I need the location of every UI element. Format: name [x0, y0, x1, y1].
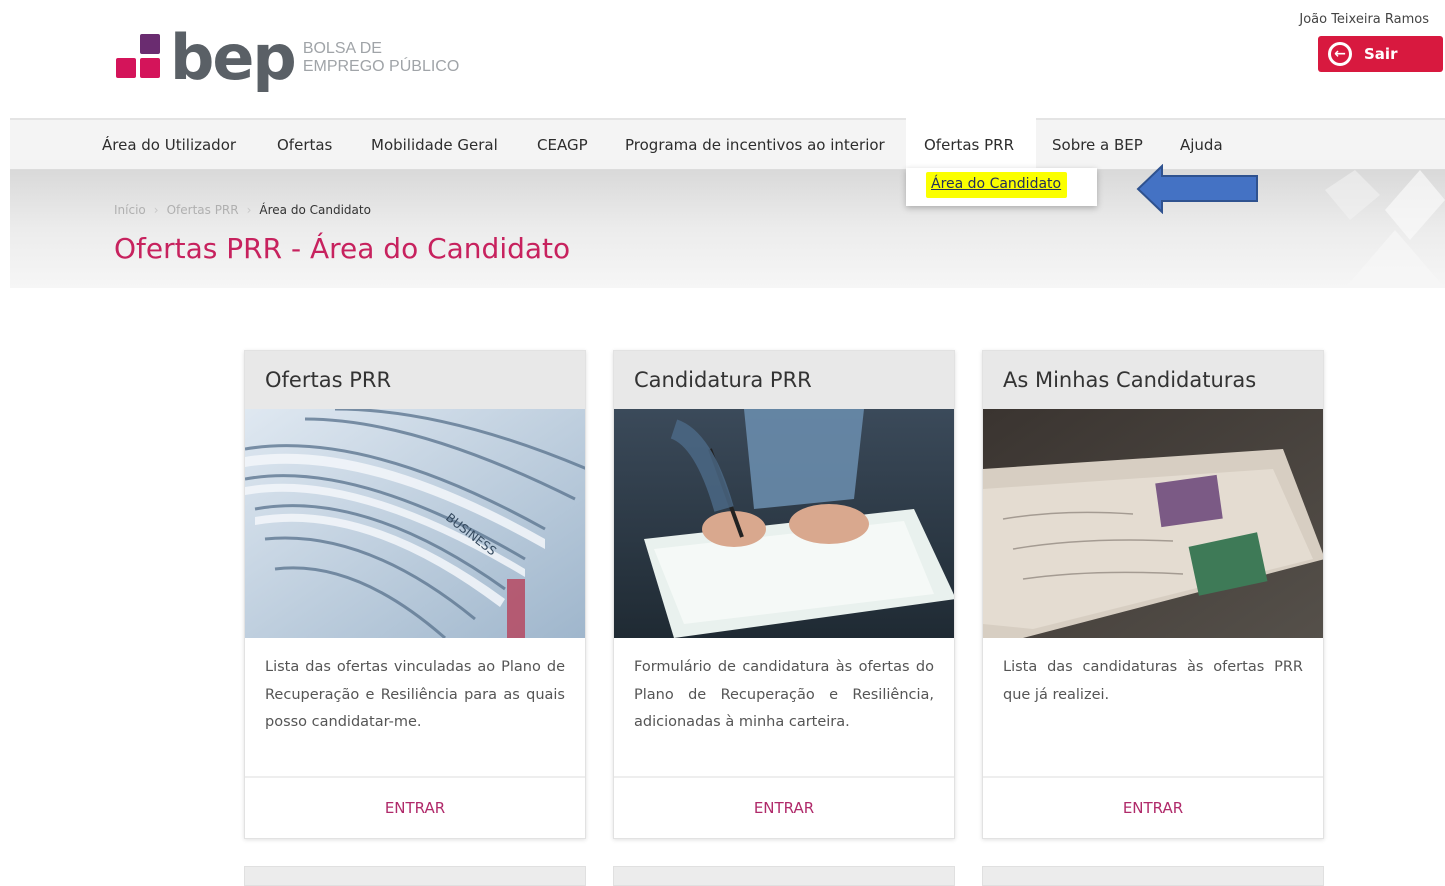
logo-subtitle-line-2: EMPREGO PÚBLICO	[302, 58, 460, 75]
card-description: Lista das ofertas vinculadas ao Plano de…	[265, 659, 565, 730]
signing-document-image	[614, 409, 954, 638]
logout-arrow-icon: ←	[1328, 42, 1352, 66]
site-header: bep BOLSA DE EMPREGO PÚBLICO João Teixei…	[0, 0, 1445, 118]
nav-item-ceagp[interactable]: CEAGP	[537, 136, 588, 154]
ofertas-prr-dropdown: Área do Candidato	[906, 168, 1097, 206]
nav-item-mobilidade-geral[interactable]: Mobilidade Geral	[371, 136, 498, 154]
nav-item-ofertas-prr[interactable]: Ofertas PRR	[906, 118, 1036, 169]
nav-item-ajuda[interactable]: Ajuda	[1180, 136, 1223, 154]
nav-item-programa-incentivos[interactable]: Programa de incentivos ao interior	[625, 136, 885, 154]
bep-logo[interactable]: bep BOLSA DE EMPREGO PÚBLICO	[116, 21, 459, 94]
left-arrow-icon	[1136, 164, 1258, 214]
card-title: As Minhas Candidaturas	[983, 351, 1323, 409]
page-title: Ofertas PRR - Área do Candidato	[114, 232, 571, 265]
main-nav: Área do Utilizador Ofertas Mobilidade Ge…	[10, 118, 1445, 170]
nav-item-area-utilizador[interactable]: Área do Utilizador	[102, 136, 236, 154]
logo-mark-icon	[116, 34, 162, 82]
logo-wordmark: bep	[170, 21, 297, 94]
nav-item-sobre-bep[interactable]: Sobre a BEP	[1052, 136, 1143, 154]
card-next-row	[244, 866, 586, 886]
logout-label: Sair	[1364, 45, 1398, 63]
nav-item-ofertas[interactable]: Ofertas	[277, 136, 332, 154]
user-name: João Teixeira Ramos	[1299, 12, 1429, 27]
logo-subtitle: BOLSA DE EMPREGO PÚBLICO	[303, 40, 459, 76]
banner-decoration	[1325, 170, 1445, 288]
card-title: Candidatura PRR	[614, 351, 954, 409]
envelopes-stamps-image	[983, 409, 1323, 638]
card-description: Formulário de candidatura às ofertas do …	[634, 659, 934, 730]
enter-button[interactable]: ENTRAR	[983, 776, 1323, 838]
logo-subtitle-line-1: BOLSA DE	[302, 40, 382, 57]
breadcrumb-ofertas-prr[interactable]: Ofertas PRR	[167, 203, 239, 217]
card-ofertas-prr: Ofertas PRR BUSINESS Lista das ofertas v…	[244, 350, 586, 839]
card-next-row	[613, 866, 955, 886]
card-candidatura-prr: Candidatura PRR Formulário de candidatur…	[613, 350, 955, 839]
logout-button[interactable]: ← Sair	[1318, 36, 1443, 72]
enter-button[interactable]: ENTRAR	[614, 776, 954, 838]
breadcrumb-inicio[interactable]: Início	[114, 203, 146, 217]
dropdown-item-area-candidato[interactable]: Área do Candidato	[926, 172, 1068, 198]
card-description: Lista das candidaturas às ofertas PRR qu…	[1003, 659, 1303, 703]
card-title: Ofertas PRR	[245, 351, 585, 409]
card-next-row	[982, 866, 1324, 886]
card-minhas-candidaturas: As Minhas Candidaturas Lista das candida…	[982, 350, 1324, 839]
breadcrumb-current: Área do Candidato	[259, 203, 371, 217]
newspapers-image: BUSINESS	[245, 409, 585, 638]
enter-button[interactable]: ENTRAR	[245, 776, 585, 838]
breadcrumb: Início › Ofertas PRR › Área do Candidato	[114, 203, 371, 217]
